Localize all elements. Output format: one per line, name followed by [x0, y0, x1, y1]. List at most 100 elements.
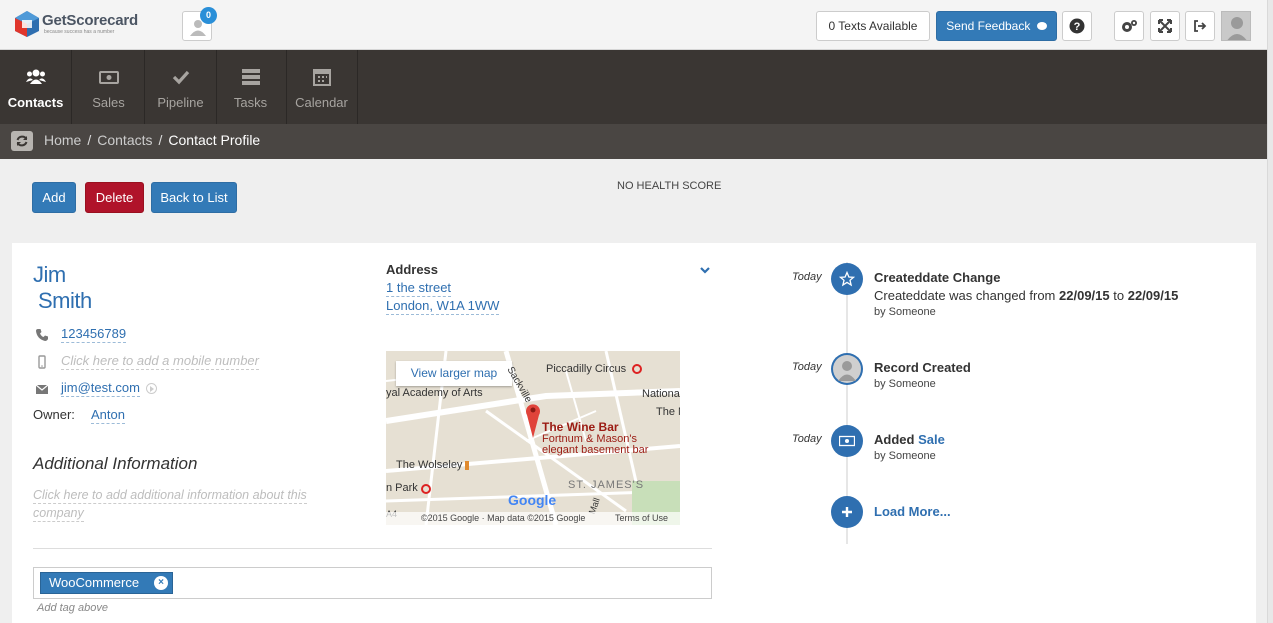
address-line1[interactable]: 1 the street: [386, 280, 452, 297]
owner-value[interactable]: Anton: [91, 407, 125, 424]
health-score-label: NO HEALTH SCORE: [617, 180, 722, 192]
desc-prefix: Createddate was changed from: [874, 288, 1056, 303]
breadcrumb-contacts[interactable]: Contacts: [97, 132, 152, 148]
additional-info-placeholder[interactable]: Click here to add additional information…: [33, 488, 307, 522]
map-label-wine-bar: The Wine Bar: [542, 420, 619, 434]
load-more-icon-button[interactable]: [831, 496, 863, 528]
owner-field[interactable]: Anton: [91, 407, 125, 424]
address-line2[interactable]: London, W1A 1WW: [386, 298, 500, 315]
map-pin-icon: [526, 404, 540, 438]
send-feedback-button[interactable]: Send Feedback: [936, 11, 1057, 41]
tasks-icon: [242, 69, 260, 85]
main-nav: Contacts Sales Pipeline Tasks Calendar: [0, 50, 1273, 124]
contact-last-name[interactable]: Smith: [38, 288, 92, 314]
money-icon: [99, 71, 119, 84]
google-logo: Google: [508, 492, 557, 508]
timeline-when: Today: [792, 271, 822, 283]
desc-from-date: 22/09/15: [1059, 288, 1110, 303]
additional-info-heading: Additional Information: [33, 454, 198, 473]
nav-item-tasks[interactable]: Tasks: [215, 50, 287, 124]
breadcrumb-home[interactable]: Home: [44, 132, 81, 148]
tag-label: WooCommerce: [49, 575, 140, 590]
back-to-list-button[interactable]: Back to List: [151, 182, 237, 213]
phone-icon: [36, 329, 48, 341]
email-field[interactable]: jim@test.com: [61, 380, 157, 397]
arrow-circle-icon[interactable]: [145, 383, 157, 395]
map-attribution: ©2015 Google · Map data ©2015 Google: [421, 513, 586, 523]
user-avatar[interactable]: [1221, 11, 1251, 41]
load-more-link[interactable]: Load More...: [874, 504, 951, 519]
tag-input[interactable]: WooCommerce ×: [33, 567, 712, 599]
map-label-st-james: ST. JAMES'S: [568, 479, 645, 491]
timeline-event-title: Createddate Change: [874, 270, 1001, 285]
remove-tag-icon[interactable]: ×: [154, 576, 168, 590]
address-map[interactable]: View larger map Piccadilly Circus yal Ac…: [386, 351, 680, 525]
plus-icon: [842, 507, 852, 517]
texts-available-button[interactable]: 0 Texts Available: [816, 11, 930, 41]
comment-icon: [1036, 22, 1047, 30]
nav-label: Sales: [92, 95, 125, 110]
email-value[interactable]: jim@test.com: [61, 380, 140, 397]
address-heading: Address: [386, 262, 439, 277]
mobile-icon: [38, 355, 46, 369]
refresh-icon: [16, 135, 28, 147]
settings-button[interactable]: [1114, 11, 1144, 41]
phone-field[interactable]: 123456789: [61, 326, 127, 343]
breadcrumb-separator: /: [87, 132, 92, 148]
expand-icon: [1158, 19, 1172, 33]
address-line1-field[interactable]: 1 the street: [386, 280, 452, 297]
logo-icon: [15, 11, 39, 37]
delete-button[interactable]: Delete: [85, 182, 144, 213]
map-label-wolseley: The Wolseley: [396, 459, 463, 471]
logout-button[interactable]: [1185, 11, 1215, 41]
map-terms-link[interactable]: Terms of Use: [615, 513, 668, 523]
fullscreen-button[interactable]: [1150, 11, 1180, 41]
event-title-text: Added: [874, 432, 915, 447]
phone-value[interactable]: 123456789: [61, 326, 127, 343]
additional-info-field[interactable]: Click here to add additional information…: [33, 486, 343, 522]
nav-item-sales[interactable]: Sales: [73, 50, 145, 124]
send-feedback-label: Send Feedback: [946, 19, 1031, 33]
breadcrumb-separator: /: [158, 132, 163, 148]
timeline-event-author: by Someone: [874, 450, 936, 462]
map-attribution-bar: ©2015 Google · Map data ©2015 Google Ter…: [386, 512, 680, 525]
timeline-event-author: by Someone: [874, 306, 936, 318]
sale-link[interactable]: Sale: [918, 432, 945, 447]
timeline-when: Today: [792, 361, 822, 373]
add-button[interactable]: Add: [32, 182, 76, 213]
help-button[interactable]: ?: [1062, 11, 1092, 41]
nav-label: Contacts: [7, 95, 64, 110]
timeline-event-description: Createddate was changed from 22/09/15 to…: [874, 288, 1178, 303]
check-icon: [172, 70, 190, 85]
view-larger-map-link[interactable]: View larger map: [396, 361, 512, 386]
gears-icon: [1122, 20, 1137, 32]
refresh-button[interactable]: [11, 131, 33, 151]
contact-first-name[interactable]: Jim: [33, 262, 66, 288]
nav-label: Calendar: [295, 95, 348, 110]
notifications-button[interactable]: 0: [182, 7, 217, 41]
star-icon: [839, 271, 855, 287]
logo[interactable]: GetScorecard because success has a numbe…: [14, 10, 138, 40]
mobile-placeholder[interactable]: Click here to add a mobile number: [61, 353, 259, 370]
breadcrumb-bar: Home / Contacts / Contact Profile: [0, 124, 1273, 159]
nav-item-pipeline[interactable]: Pipeline: [145, 50, 217, 124]
timeline-event-icon: [831, 425, 863, 457]
map-label-fortnum-bar: elegant basement bar: [542, 444, 649, 456]
calendar-icon: [313, 69, 331, 86]
scrollbar[interactable]: [1267, 0, 1273, 623]
tag-hint: Add tag above: [37, 602, 108, 614]
address-line2-field[interactable]: London, W1A 1WW: [386, 298, 500, 315]
underground-icon: [421, 484, 431, 494]
timeline-event-icon: [831, 353, 863, 385]
breadcrumb: Home / Contacts / Contact Profile: [44, 132, 260, 148]
mobile-field[interactable]: Click here to add a mobile number: [61, 353, 259, 370]
logo-name: GetScorecard: [42, 12, 138, 29]
chevron-down-icon[interactable]: [699, 264, 711, 276]
timeline-event-title: Record Created: [874, 360, 971, 375]
help-icon: ?: [1069, 18, 1085, 34]
tag-chip: WooCommerce ×: [40, 572, 173, 594]
nav-item-contacts[interactable]: Contacts: [0, 50, 72, 124]
nav-item-calendar[interactable]: Calendar: [286, 50, 358, 124]
svg-text:?: ?: [1074, 21, 1081, 33]
map-label-piccadilly: Piccadilly Circus: [546, 363, 627, 375]
